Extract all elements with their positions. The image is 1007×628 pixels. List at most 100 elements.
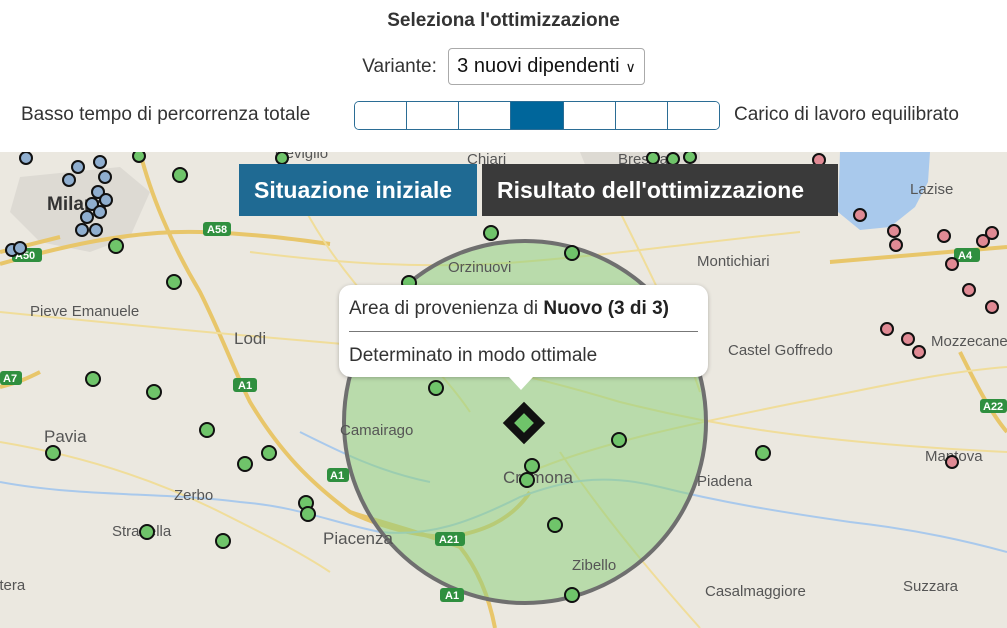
place-label: Camairago — [340, 422, 413, 439]
tab-optimization-result[interactable]: Risultato dell'ottimizzazione — [482, 164, 838, 216]
employee-marker — [945, 455, 959, 469]
employee-marker — [300, 506, 316, 522]
objective-slider-row: Basso tempo di percorrenza totale Carico… — [0, 100, 1007, 132]
objective-segmented-slider[interactable] — [354, 101, 720, 130]
employee-marker — [93, 205, 107, 219]
employee-marker — [45, 445, 61, 461]
slider-segment[interactable] — [355, 102, 408, 129]
employee-marker — [985, 226, 999, 240]
place-label: Pavia — [44, 427, 87, 446]
employee-marker — [132, 152, 146, 163]
employee-marker — [199, 422, 215, 438]
place-label: Lazise — [910, 181, 953, 198]
employee-marker — [428, 380, 444, 396]
popup-status: Determinato in modo ottimale — [349, 345, 598, 366]
employee-marker — [945, 257, 959, 271]
slider-segment[interactable] — [563, 102, 616, 129]
page-title: Seleziona l'ottimizzazione — [387, 10, 620, 31]
popup-prefix: Area di provenienza di — [349, 298, 544, 319]
employee-marker — [13, 241, 27, 255]
slider-segment[interactable] — [407, 102, 460, 129]
employee-marker — [483, 225, 499, 241]
employee-marker — [524, 458, 540, 474]
objective-left-label: Basso tempo di percorrenza totale — [21, 104, 311, 125]
employee-marker — [564, 587, 580, 603]
highway-a22 — [958, 351, 1007, 434]
employee-marker — [99, 193, 113, 207]
employee-marker — [912, 345, 926, 359]
slider-segment-active[interactable] — [511, 102, 564, 129]
employee-marker — [646, 152, 660, 165]
map-view[interactable]: A58 A4 A1 A7 A22 A21 A1 A1 A50 Treviglio… — [0, 152, 1007, 628]
employee-marker — [547, 517, 563, 533]
employee-marker — [62, 173, 76, 187]
popup-title: Area di provenienza di Nuovo (3 di 3) — [349, 298, 669, 320]
place-label: Castel Goffredo — [728, 342, 833, 359]
employee-marker — [215, 533, 231, 549]
slider-segment[interactable] — [667, 102, 719, 129]
place-label: Mozzecane — [931, 333, 1007, 350]
place-label: ltera — [0, 577, 26, 594]
employee-marker — [880, 322, 894, 336]
road-label: A4 — [958, 250, 973, 262]
employee-marker — [261, 445, 277, 461]
map-canvas: A58 A4 A1 A7 A22 A21 A1 A1 A50 Treviglio… — [0, 152, 1007, 628]
place-label: Zerbo — [174, 487, 213, 504]
employee-marker — [98, 170, 112, 184]
road-label: A7 — [3, 373, 17, 385]
place-label: Suzzara — [903, 578, 959, 595]
road-label: A22 — [983, 401, 1003, 413]
employee-marker — [93, 155, 107, 169]
place-label: Piacenza — [323, 529, 393, 548]
employee-marker — [683, 152, 697, 164]
road-label: A21 — [439, 534, 459, 546]
employee-marker — [75, 223, 89, 237]
employee-marker — [139, 524, 155, 540]
employee-marker — [853, 208, 867, 222]
employee-marker — [755, 445, 771, 461]
place-label: Orzinuovi — [448, 259, 511, 276]
place-label: Lodi — [234, 329, 266, 348]
employee-marker — [889, 238, 903, 252]
popup-pointer — [509, 377, 533, 390]
slider-segment[interactable] — [459, 102, 512, 129]
place-label: Montichiari — [697, 253, 770, 270]
employee-marker — [937, 229, 951, 243]
place-label: Pieve Emanuele — [30, 303, 139, 320]
employee-marker — [237, 456, 253, 472]
employee-marker — [166, 274, 182, 290]
road-label: A1 — [238, 380, 252, 392]
employee-marker — [89, 223, 103, 237]
road-label: A58 — [207, 224, 227, 236]
employee-marker — [519, 472, 535, 488]
variant-row: Variante: 3 nuovi dipendenti ∨ — [0, 48, 1007, 85]
employee-marker — [985, 300, 999, 314]
variant-value: 3 nuovi dipendenti — [457, 55, 620, 77]
employee-marker — [564, 245, 580, 261]
employee-marker — [962, 283, 976, 297]
chevron-down-icon: ∨ — [625, 59, 636, 75]
employee-marker — [108, 238, 124, 254]
place-label: Casalmaggiore — [705, 583, 806, 600]
employee-marker — [611, 432, 627, 448]
map-popup: Area di provenienza di Nuovo (3 di 3) De… — [339, 285, 708, 390]
employee-marker — [172, 167, 188, 183]
employee-marker — [275, 152, 289, 165]
employee-marker — [887, 224, 901, 238]
popup-employee-name: Nuovo (3 di 3) — [543, 298, 669, 319]
place-label: Zibello — [572, 557, 616, 574]
employee-marker — [19, 152, 33, 165]
employee-marker — [146, 384, 162, 400]
variant-label: Variante: — [362, 55, 437, 77]
popup-divider — [349, 331, 698, 332]
slider-segment[interactable] — [615, 102, 668, 129]
employee-marker — [71, 160, 85, 174]
variant-select[interactable]: 3 nuovi dipendenti ∨ — [448, 48, 645, 85]
road-label: A1 — [330, 470, 344, 482]
objective-right-label: Carico di lavoro equilibrato — [734, 104, 959, 125]
tab-initial-situation[interactable]: Situazione iniziale — [239, 164, 477, 216]
employee-marker — [901, 332, 915, 346]
road-label: A1 — [445, 590, 459, 602]
highway-a4 — [829, 245, 1007, 264]
employee-marker — [80, 210, 94, 224]
